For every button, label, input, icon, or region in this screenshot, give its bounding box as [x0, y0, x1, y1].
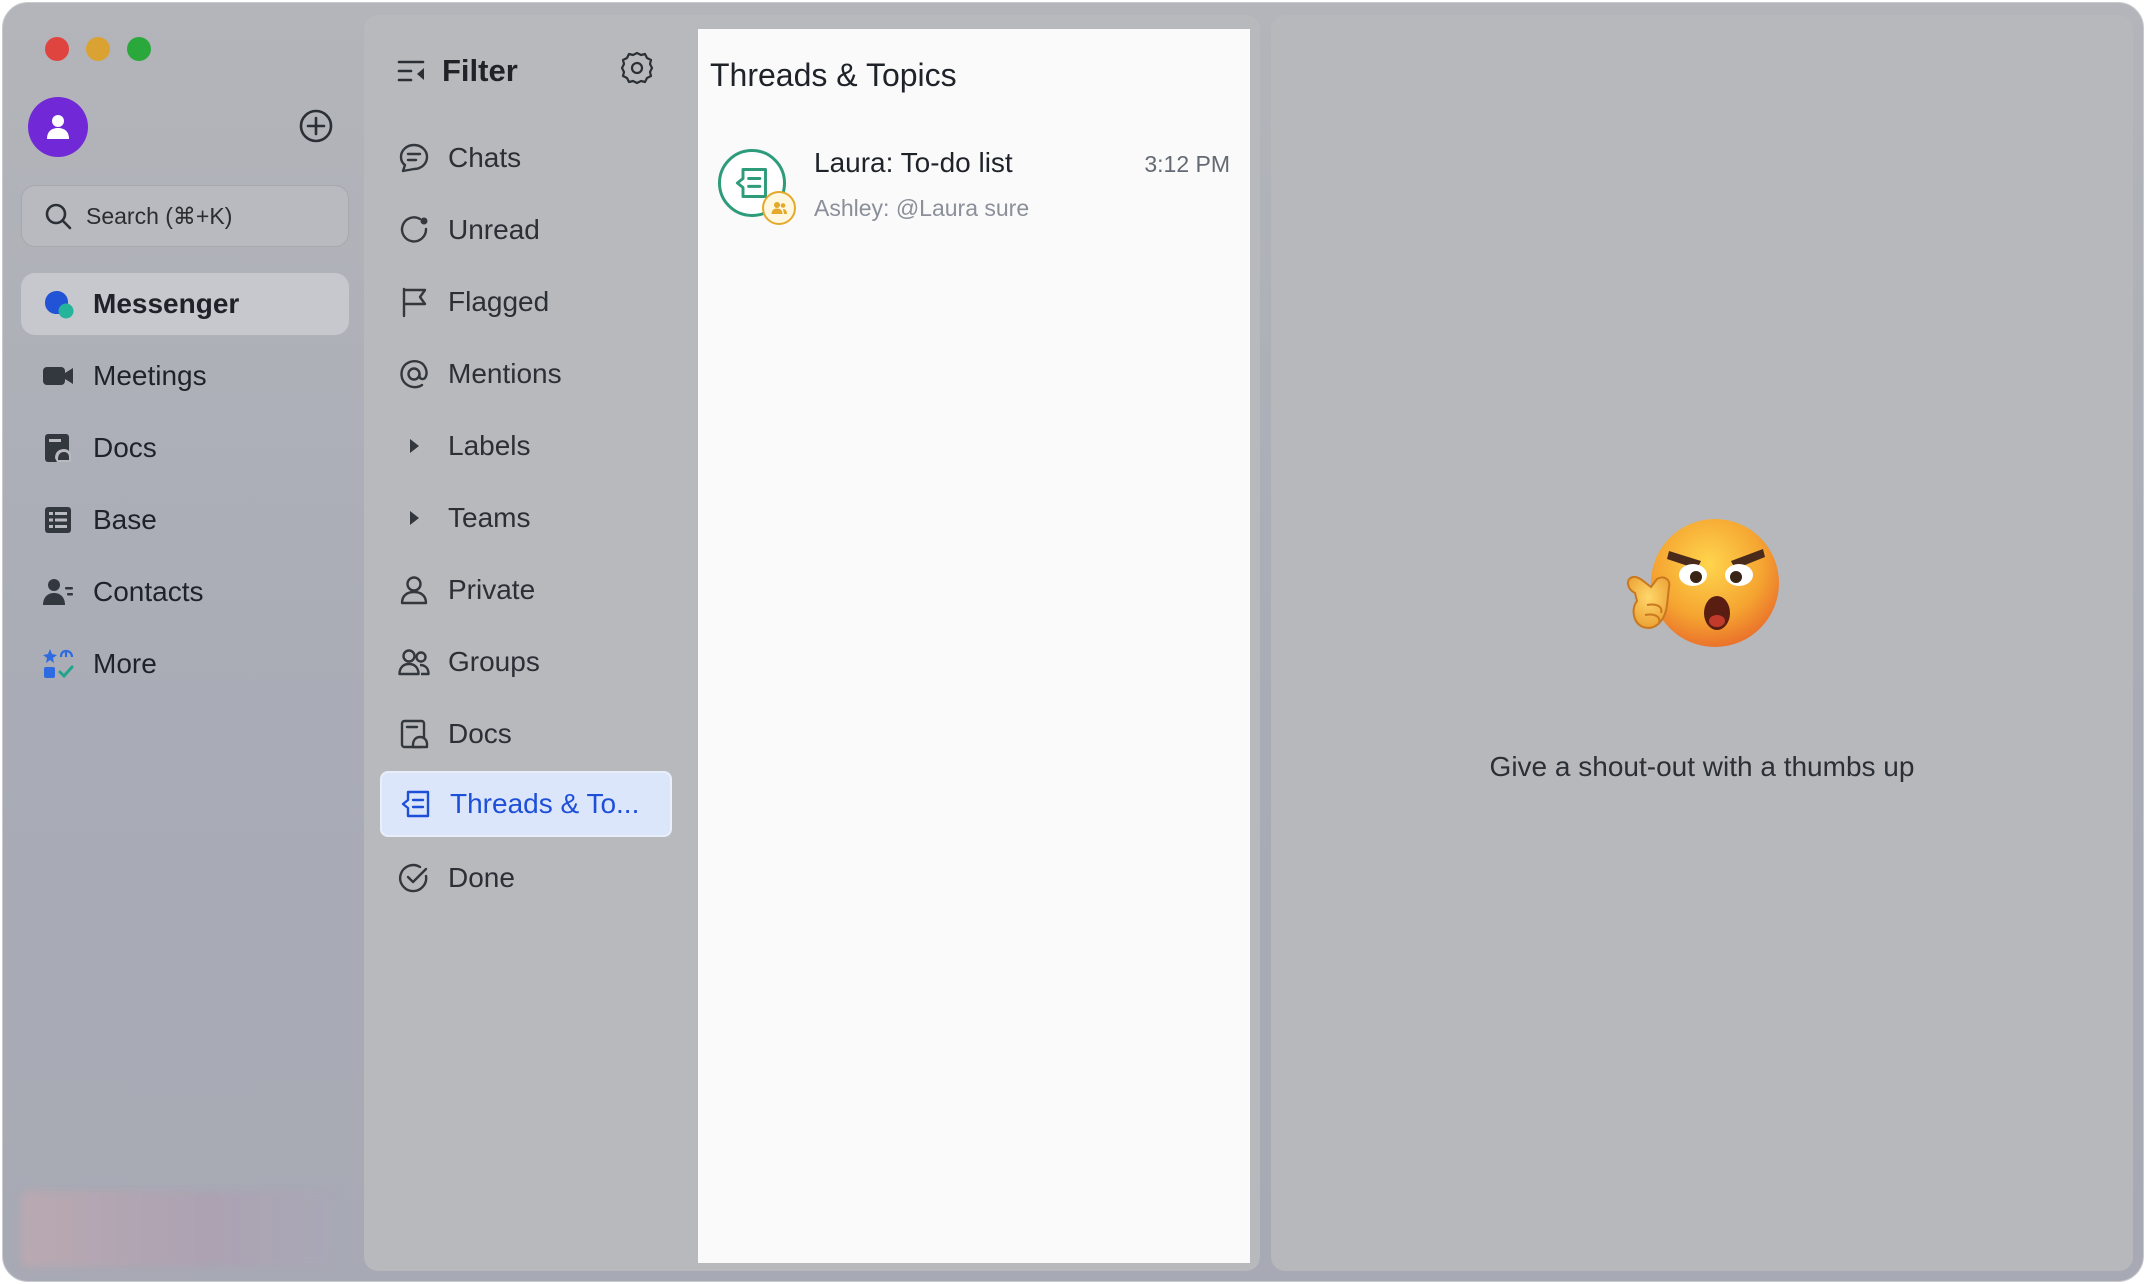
doc-icon [398, 718, 430, 750]
filter-item-label: Chats [448, 142, 522, 173]
thread-list-pane: Threads & Topics Laura: To-do list 3:12 … [698, 29, 1250, 1263]
plus-circle-icon [299, 109, 333, 143]
filter-item-mentions[interactable]: Mentions [380, 341, 672, 407]
caret-right-icon[interactable] [398, 502, 430, 534]
filter-item-docs[interactable]: Docs [380, 701, 672, 767]
nav-item-docs[interactable]: Docs [21, 417, 349, 479]
filter-item-label: Labels [448, 430, 531, 461]
filter-item-teams[interactable]: Teams [380, 485, 672, 551]
docs-icon [41, 431, 75, 465]
thinking-emoji-illustration [1617, 509, 1787, 659]
nav-item-label: Docs [93, 432, 157, 463]
nav-item-base[interactable]: Base [21, 489, 349, 551]
filter-item-label: Done [448, 862, 515, 893]
filter-item-done[interactable]: Done [380, 845, 672, 911]
thread-icon [735, 168, 767, 198]
flag-icon [398, 286, 430, 318]
detail-pane: Give a shout-out with a thumbs up [1271, 15, 2133, 1271]
group-icon [398, 646, 430, 678]
filter-item-label: Docs [448, 718, 512, 749]
messenger-icon [41, 287, 75, 321]
search-label: Search (⌘+K) [86, 202, 233, 229]
video-camera-icon [41, 359, 75, 393]
blurred-profile-card [21, 1191, 333, 1267]
chat-bubble-icon [398, 142, 430, 174]
filter-item-labels[interactable]: Labels [380, 413, 672, 479]
filter-item-label: Private [448, 574, 536, 605]
filter-settings-button[interactable] [618, 49, 656, 87]
filter-item-label: Flagged [448, 286, 550, 317]
thread-preview: Ashley: @Laura sure [814, 195, 1030, 221]
group-badge-icon [762, 191, 796, 225]
avatar[interactable] [28, 97, 88, 157]
list-item[interactable]: Laura: To-do list 3:12 PM Ashley: @Laura… [698, 137, 1250, 247]
nav-item-label: Meetings [93, 360, 207, 391]
filter-panel: Filter Chats Unread Flagged Mentions Lab… [364, 15, 1260, 1271]
filter-item-chats[interactable]: Chats [380, 125, 672, 191]
filter-item-label: Teams [448, 502, 531, 533]
search-icon [45, 203, 72, 230]
filter-item-label: Mentions [448, 358, 562, 389]
nav-item-messenger[interactable]: Messenger [21, 273, 349, 335]
close-window-button[interactable] [45, 37, 69, 61]
person-icon [398, 574, 430, 606]
filter-item-label: Unread [448, 214, 540, 245]
filter-item-label: Threads & To... [450, 788, 640, 819]
check-circle-icon [398, 862, 430, 894]
empty-state-message: Give a shout-out with a thumbs up [1489, 751, 1915, 782]
nav-item-label: Base [93, 504, 157, 535]
table-icon [41, 503, 75, 537]
person-icon [47, 115, 69, 139]
caret-right-icon[interactable] [398, 430, 430, 462]
filter-item-private[interactable]: Private [380, 557, 672, 623]
gear-icon [620, 51, 654, 85]
filter-column: Filter Chats Unread Flagged Mentions Lab… [364, 15, 694, 1271]
app-window: Search (⌘+K) Messenger Meetings Docs Bas… [2, 2, 2144, 1282]
apps-grid-icon [41, 647, 75, 681]
thread-icon [400, 788, 432, 820]
at-sign-icon [398, 358, 430, 390]
filter-collapse-icon [397, 60, 425, 82]
nav-item-label: More [93, 648, 157, 679]
thread-time: 3:12 PM [1144, 151, 1230, 177]
nav-item-contacts[interactable]: Contacts [21, 561, 349, 623]
filter-item-threads[interactable]: Threads & To... [380, 771, 672, 837]
filter-header[interactable]: Filter [396, 53, 518, 89]
filter-item-groups[interactable]: Groups [380, 629, 672, 695]
contacts-icon [41, 575, 75, 609]
nav-item-meetings[interactable]: Meetings [21, 345, 349, 407]
maximize-window-button[interactable] [127, 37, 151, 61]
unread-icon [398, 214, 430, 246]
search-box[interactable]: Search (⌘+K) [21, 185, 349, 247]
list-title: Threads & Topics [710, 57, 957, 93]
filter-item-unread[interactable]: Unread [380, 197, 672, 263]
filter-item-flagged[interactable]: Flagged [380, 269, 672, 335]
minimize-window-button[interactable] [86, 37, 110, 61]
nav-item-more[interactable]: More [21, 633, 349, 695]
filter-title: Filter [442, 53, 518, 88]
filter-item-label: Groups [448, 646, 540, 677]
add-button[interactable] [297, 107, 335, 145]
thread-name: Laura: To-do list [814, 147, 1013, 178]
nav-item-label: Contacts [93, 576, 204, 607]
nav-item-label: Messenger [93, 288, 240, 319]
